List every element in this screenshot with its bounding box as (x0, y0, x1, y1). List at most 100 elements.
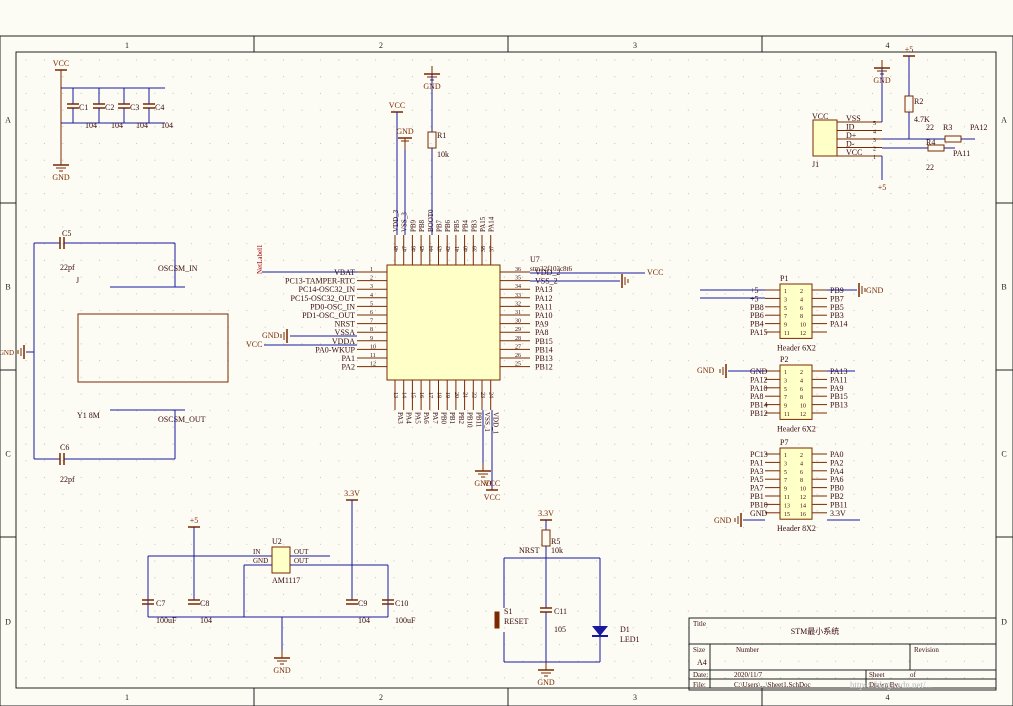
grid-dot (301, 677, 303, 679)
grid-dot (191, 393, 193, 395)
grid-dot (614, 660, 616, 662)
header-p2-pin-num: 1 (784, 370, 787, 376)
power-label: 3.3V (344, 489, 360, 498)
grid-dot (80, 176, 82, 178)
grid-dot (816, 276, 818, 278)
grid-dot (246, 226, 248, 228)
grid-dot (908, 193, 910, 195)
grid-dot (25, 209, 27, 211)
grid-dot (411, 209, 413, 211)
grid-dot (927, 276, 929, 278)
grid-dot (467, 460, 469, 462)
grid-dot (743, 92, 745, 94)
grid-dot (963, 176, 966, 178)
grid-dot (264, 426, 266, 428)
grid-dot (908, 443, 910, 445)
grid-dot (540, 59, 542, 61)
mcu-pin-name-top: VDD_3 (392, 209, 400, 232)
grid-dot (375, 293, 377, 295)
grid-dot (908, 226, 910, 228)
gnd-label: GND (396, 127, 414, 136)
header-p7-pin-num: 4 (800, 461, 803, 467)
grid-dot (485, 577, 487, 579)
grid-dot (209, 443, 211, 445)
grid-dot (614, 677, 616, 679)
grid-dot (559, 209, 561, 211)
grid-dot (669, 543, 671, 545)
grid-dot (871, 577, 874, 579)
grid-dot (62, 643, 64, 646)
grid-dot (375, 59, 377, 61)
grid-dot (135, 176, 137, 178)
grid-dot (853, 343, 855, 345)
grid-dot (761, 293, 763, 295)
grid-dot (319, 510, 321, 512)
grid-dot (595, 360, 598, 362)
grid-dot (614, 460, 616, 462)
grid-dot (375, 193, 377, 195)
grid-dot (25, 677, 27, 679)
title-text: STM最小系统 (791, 626, 839, 636)
grid-dot (319, 109, 321, 111)
grid-dot (522, 209, 524, 211)
grid-dot (614, 76, 616, 78)
grid-dot (687, 309, 690, 312)
grid-dot (651, 343, 653, 345)
grid-dot (172, 293, 174, 295)
grid-dot (264, 610, 266, 612)
grid-dot (62, 309, 64, 312)
grid-dot (853, 393, 855, 395)
cap-designator: C8 (200, 599, 209, 608)
grid-dot (448, 527, 450, 529)
grid-dot (945, 610, 947, 612)
grid-dot (283, 376, 285, 378)
grid-dot (172, 393, 174, 395)
grid-dot (467, 243, 469, 245)
mcu-pin-name-bottom: PA4 (405, 412, 413, 424)
grid-dot (724, 577, 726, 579)
grid-dot (393, 527, 395, 529)
grid-dot (43, 126, 46, 128)
grid-dot (283, 627, 285, 629)
grid-dot (99, 360, 101, 362)
grid-dot (743, 560, 745, 562)
grid-dot (651, 393, 653, 395)
grid-dot (522, 593, 524, 596)
grid-dot (209, 610, 211, 612)
grid-dot (135, 627, 137, 629)
grid-dot (25, 243, 27, 245)
grid-dot (467, 443, 469, 445)
header-p1-net-left: PA15 (750, 328, 768, 337)
grid-dot (559, 527, 561, 529)
grid-dot (595, 460, 598, 462)
grid-dot (559, 92, 561, 94)
mcu-pin-num: 9 (370, 336, 373, 342)
grid-dot (614, 226, 616, 228)
grid-dot (172, 193, 174, 195)
grid-dot (264, 510, 266, 512)
grid-dot (890, 209, 892, 211)
grid-dot (632, 627, 634, 629)
grid-dot (945, 493, 947, 495)
grid-dot (724, 326, 726, 328)
grid-dot (503, 159, 505, 161)
grid-dot (411, 643, 413, 646)
grid-dot (319, 643, 321, 646)
grid-dot (963, 326, 966, 328)
grid-dot (393, 493, 395, 495)
grid-dot (319, 142, 321, 145)
grid-dot (43, 142, 46, 145)
grid-dot (798, 92, 800, 94)
grid-dot (246, 193, 248, 195)
mcu-pin-num: 30 (515, 319, 521, 325)
grid-dot (927, 660, 929, 662)
grid-dot (25, 376, 27, 378)
grid-dot (632, 543, 634, 545)
grid-dot (632, 193, 634, 195)
grid-dot (559, 510, 561, 512)
grid-dot (651, 293, 653, 295)
grid-dot (890, 577, 892, 579)
grid-dot (338, 142, 340, 145)
grid-dot (99, 59, 101, 61)
grid-dot (264, 393, 266, 395)
